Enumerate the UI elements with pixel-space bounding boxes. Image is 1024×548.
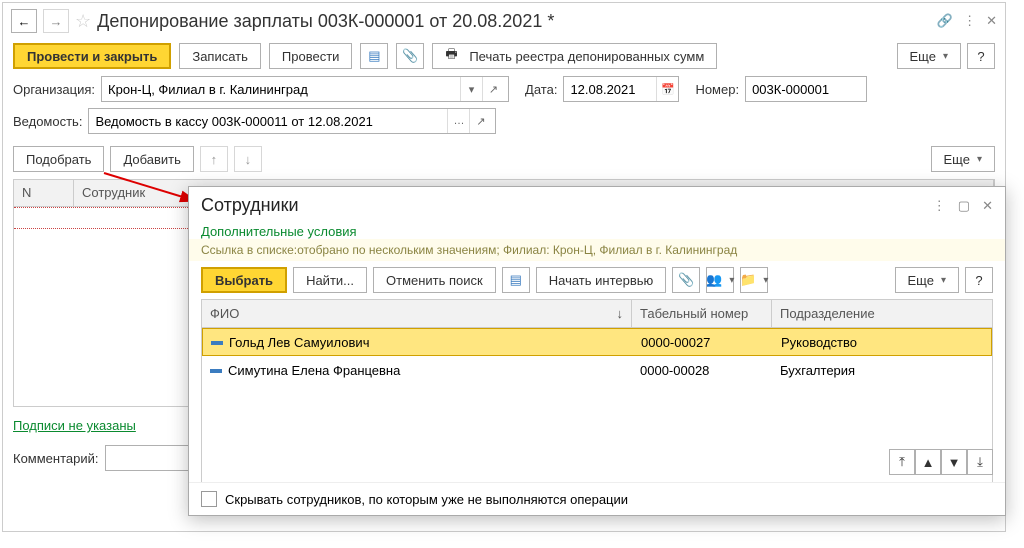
- record-nav: ⤒ ▲ ▼ ⤓: [889, 449, 993, 475]
- popup-footer: Скрывать сотрудников, по которым уже не …: [189, 482, 1005, 515]
- cell-tab: 0000-00027: [633, 335, 773, 350]
- date-input[interactable]: [564, 77, 656, 101]
- org-label: Организация:: [13, 82, 95, 97]
- col-tab[interactable]: Табельный номер: [632, 300, 772, 327]
- nav-down-icon[interactable]: ▼: [941, 449, 967, 475]
- org-dropdown-icon[interactable]: ▾: [460, 77, 482, 101]
- printer-icon: 🖶: [445, 45, 457, 67]
- popup-table: ФИО↓ Табельный номер Подразделение Гольд…: [201, 299, 993, 482]
- number-label: Номер:: [695, 82, 739, 97]
- statement-label: Ведомость:: [13, 114, 82, 129]
- org-input[interactable]: [102, 77, 460, 101]
- cell-fio: Гольд Лев Самуилович: [229, 335, 369, 350]
- pick-button[interactable]: Подобрать: [13, 146, 104, 172]
- statement-input[interactable]: [89, 109, 447, 133]
- folder-icon[interactable]: 📁: [740, 267, 768, 293]
- popup-close-icon[interactable]: ✕: [982, 198, 993, 214]
- hide-label: Скрывать сотрудников, по которым уже не …: [225, 492, 628, 507]
- back-button[interactable]: ←: [11, 9, 37, 33]
- col-dept[interactable]: Подразделение: [772, 300, 992, 327]
- table-row[interactable]: Гольд Лев Самуилович 0000-00027 Руководс…: [202, 328, 992, 356]
- interview-button[interactable]: Начать интервью: [536, 267, 667, 293]
- move-up-button[interactable]: ↑: [200, 146, 228, 172]
- post-button[interactable]: Провести: [269, 43, 353, 69]
- table-more-button[interactable]: Еще: [931, 146, 995, 172]
- close-icon[interactable]: ✕: [986, 13, 997, 29]
- row-icon: [211, 341, 223, 345]
- add-user-icon[interactable]: 👥: [706, 267, 734, 293]
- kebab-icon[interactable]: ⋮: [963, 13, 976, 29]
- date-label: Дата:: [525, 82, 557, 97]
- popup-list-icon[interactable]: ▤: [502, 267, 530, 293]
- table-row[interactable]: Симутина Елена Францевна 0000-00028 Бухг…: [202, 356, 992, 384]
- comment-label: Комментарий:: [13, 451, 99, 466]
- popup-title: Сотрудники: [201, 195, 933, 216]
- popup-title-bar: Сотрудники ⋮ ▢ ✕: [189, 187, 1005, 224]
- col-n[interactable]: N: [14, 180, 74, 206]
- statement-select-icon[interactable]: …: [447, 109, 469, 133]
- signatures-link[interactable]: Подписи не указаны: [13, 418, 136, 433]
- popup-filter-text: Ссылка в списке:отобрано по нескольким з…: [189, 239, 1005, 261]
- date-field[interactable]: 📅: [563, 76, 679, 102]
- col-fio[interactable]: ФИО↓: [202, 300, 632, 327]
- main-toolbar: Провести и закрыть Записать Провести ▤ 📎…: [3, 39, 1005, 73]
- nav-last-icon[interactable]: ⤓: [967, 449, 993, 475]
- hide-checkbox[interactable]: [201, 491, 217, 507]
- row-icon: [210, 369, 222, 373]
- org-field[interactable]: ▾ ↗: [101, 76, 509, 102]
- forward-button[interactable]: →: [43, 9, 69, 33]
- statement-open-icon[interactable]: ↗: [469, 109, 491, 133]
- print-registry-button[interactable]: 🖶 Печать реестра депонированных сумм: [432, 43, 717, 69]
- cell-dept: Бухгалтерия: [772, 363, 992, 378]
- cell-tab: 0000-00028: [632, 363, 772, 378]
- employees-popup: Сотрудники ⋮ ▢ ✕ Дополнительные условия …: [188, 186, 1006, 516]
- link-icon[interactable]: 🔗: [937, 13, 953, 29]
- cell-fio: Симутина Елена Францевна: [228, 363, 400, 378]
- document-list-icon[interactable]: ▤: [360, 43, 388, 69]
- calendar-icon[interactable]: 📅: [656, 77, 678, 101]
- org-open-icon[interactable]: ↗: [482, 77, 504, 101]
- popup-toolbar: Выбрать Найти... Отменить поиск ▤ Начать…: [189, 261, 1005, 299]
- popup-help-button[interactable]: ?: [965, 267, 993, 293]
- cancel-find-button[interactable]: Отменить поиск: [373, 267, 496, 293]
- popup-attachment-icon[interactable]: 📎: [672, 267, 700, 293]
- nav-first-icon[interactable]: ⤒: [889, 449, 915, 475]
- statement-field[interactable]: … ↗: [88, 108, 496, 134]
- choose-button[interactable]: Выбрать: [201, 267, 287, 293]
- more-button[interactable]: Еще: [897, 43, 961, 69]
- write-button[interactable]: Записать: [179, 43, 261, 69]
- cell-dept: Руководство: [773, 335, 991, 350]
- help-button[interactable]: ?: [967, 43, 995, 69]
- add-button[interactable]: Добавить: [110, 146, 193, 172]
- move-down-button[interactable]: ↓: [234, 146, 262, 172]
- popup-maximize-icon[interactable]: ▢: [958, 198, 970, 214]
- window-title: Депонирование зарплаты 003К-000001 от 20…: [97, 11, 931, 32]
- nav-up-icon[interactable]: ▲: [915, 449, 941, 475]
- post-and-close-button[interactable]: Провести и закрыть: [13, 43, 171, 69]
- favorite-icon[interactable]: ☆: [75, 11, 91, 32]
- popup-kebab-icon[interactable]: ⋮: [933, 198, 946, 214]
- popup-more-button[interactable]: Еще: [895, 267, 959, 293]
- attachment-icon[interactable]: 📎: [396, 43, 424, 69]
- number-field[interactable]: [745, 76, 867, 102]
- find-button[interactable]: Найти...: [293, 267, 367, 293]
- sort-asc-icon: ↓: [617, 306, 624, 321]
- popup-table-header: ФИО↓ Табельный номер Подразделение: [202, 300, 992, 328]
- popup-conditions-link[interactable]: Дополнительные условия: [189, 224, 1005, 239]
- number-input[interactable]: [746, 77, 866, 101]
- title-bar: ← → ☆ Депонирование зарплаты 003К-000001…: [3, 3, 1005, 39]
